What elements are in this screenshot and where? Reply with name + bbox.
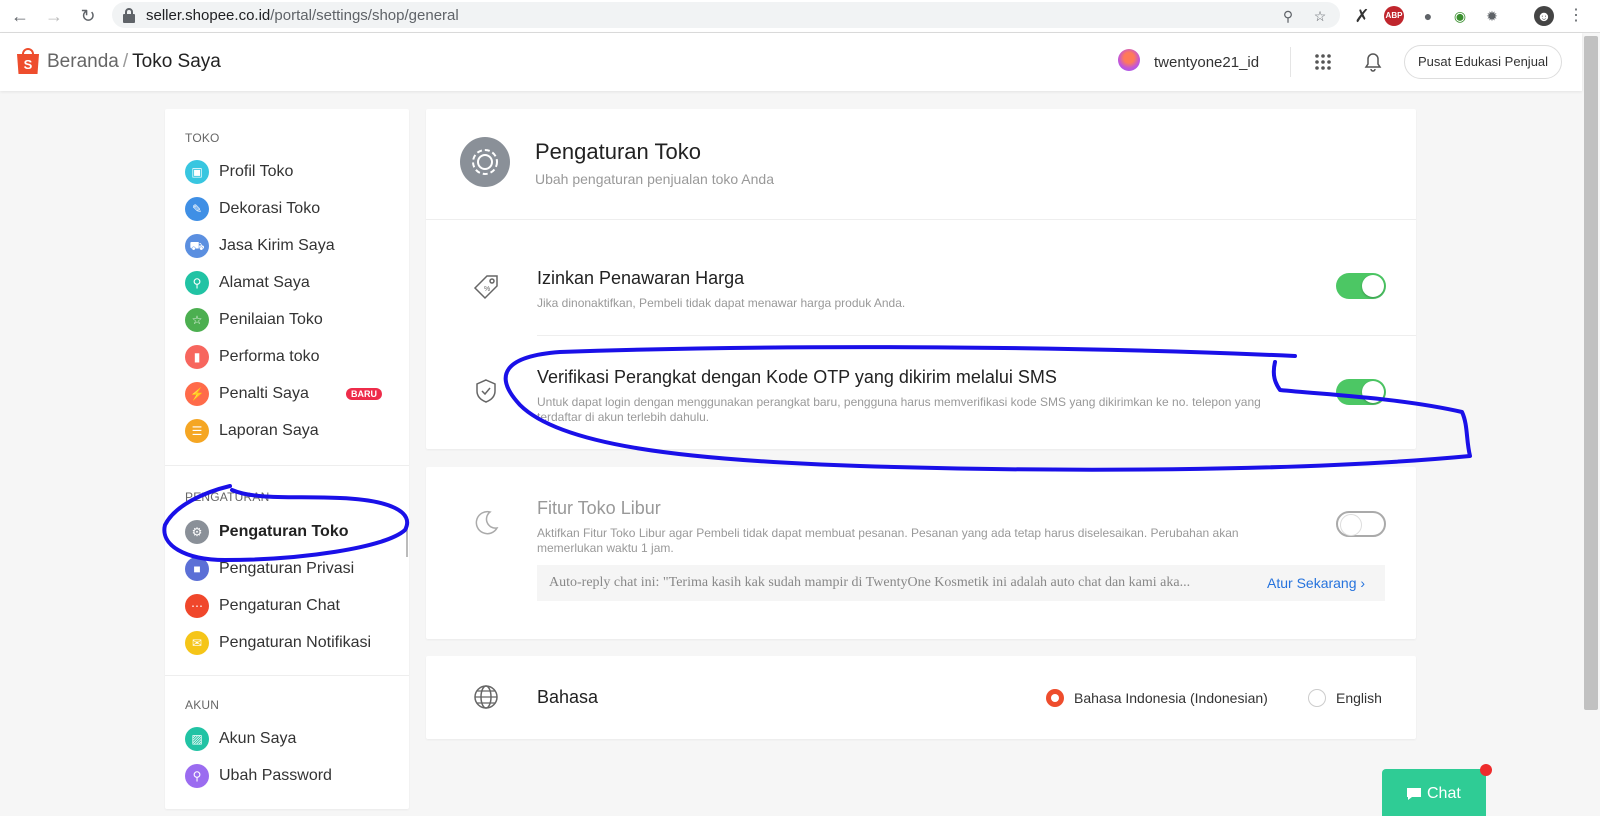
address-bar[interactable]: seller.shopee.co.id/portal/settings/shop…	[112, 2, 1340, 28]
new-badge: BARU	[346, 388, 382, 400]
chat-button[interactable]: Chat	[1382, 764, 1492, 816]
adblock-icon[interactable]: ABP	[1384, 6, 1404, 26]
page-scrollbar[interactable]	[1584, 36, 1598, 710]
set-now-link[interactable]: Atur Sekarang ›	[1267, 575, 1365, 591]
truck-icon: ⛟	[185, 234, 209, 258]
settings-gear-icon	[460, 137, 510, 187]
chevron-right-icon: ›	[1360, 575, 1366, 591]
sidebar-item-pengaturan-notifikasi[interactable]: ✉ Pengaturan Notifikasi	[185, 628, 405, 658]
store-profile-icon: ▣	[185, 160, 209, 184]
row-divider	[537, 335, 1416, 336]
radio-indonesian[interactable]	[1046, 689, 1064, 707]
vacation-toggle[interactable]	[1336, 511, 1386, 537]
shopee-logo-icon[interactable]: S	[15, 45, 41, 75]
page-subtitle: Ubah pengaturan penjualan toko Anda	[535, 171, 774, 187]
sidebar-item-akun-saya[interactable]: ▨ Akun Saya	[185, 724, 405, 754]
key-icon[interactable]: ⚲	[1278, 6, 1298, 26]
penalty-icon: ⚡	[185, 382, 209, 406]
price-tag-icon: %	[473, 275, 498, 300]
setting-title-vacation: Fitur Toko Libur	[537, 498, 661, 518]
card-divider	[426, 219, 1416, 220]
browser-toolbar: ← → ↻ seller.shopee.co.id/portal/setting…	[0, 0, 1600, 33]
breadcrumb: Beranda / Toko Saya	[47, 51, 221, 72]
globe-extension-icon[interactable]: ◉	[1450, 6, 1470, 26]
shield-icon	[476, 379, 496, 403]
seller-education-button[interactable]: Pusat Edukasi Penjual	[1404, 45, 1562, 79]
sidebar-item-laporan[interactable]: ☰ Laporan Saya	[185, 416, 405, 446]
radio-english[interactable]	[1308, 689, 1326, 707]
language-title: Bahasa	[537, 687, 599, 707]
sidebar-section-toko: TOKO	[185, 131, 220, 145]
sidebar-scrollbar[interactable]	[406, 519, 408, 557]
sidebar-item-profil-toko[interactable]: ▣ Profil Toko	[185, 157, 405, 187]
sidebar-item-dekorasi-toko[interactable]: ✎ Dekorasi Toko	[185, 194, 405, 224]
sidebar: TOKO ▣ Profil Toko ✎ Dekorasi Toko ⛟ Jas…	[165, 109, 409, 809]
account-icon: ▨	[185, 727, 209, 751]
sidebar-item-penalti[interactable]: ⚡ Penalti Saya BARU	[185, 379, 405, 409]
sidebar-item-pengaturan-chat[interactable]: ⋯ Pengaturan Chat	[185, 591, 405, 621]
seller-header: S Beranda / Toko Saya twentyone21_id Pusat…	[0, 33, 1582, 91]
bookmark-star-icon[interactable]: ☆	[1310, 6, 1330, 26]
lock-icon	[123, 8, 135, 23]
moon-icon	[475, 510, 499, 535]
globe-icon	[474, 685, 498, 709]
svg-text:%: %	[484, 286, 490, 293]
header-divider	[1290, 47, 1291, 77]
reload-icon[interactable]: ↻	[76, 4, 100, 28]
sidebar-item-alamat[interactable]: ⚲ Alamat Saya	[185, 268, 405, 298]
sidebar-item-ubah-password[interactable]: ⚲ Ubah Password	[185, 761, 405, 791]
auto-reply-text: Auto-reply chat ini: "Terima kasih kak s…	[549, 575, 1191, 590]
sidebar-section-akun: AKUN	[185, 698, 220, 712]
chat-icon: ⋯	[185, 594, 209, 618]
extension-x-icon[interactable]: ✗	[1352, 6, 1372, 26]
setting-title-offer: Izinkan Penawaran Harga	[537, 268, 745, 288]
auto-reply-box: Auto-reply chat ini: "Terima kasih kak s…	[537, 565, 1385, 601]
sidebar-section-pengaturan: PENGATURAN	[185, 490, 270, 504]
breadcrumb-current: Toko Saya	[132, 51, 221, 72]
setting-desc-offer: Jika dinonaktifkan, Pembeli tidak dapat …	[537, 296, 906, 310]
sidebar-item-pengaturan-toko[interactable]: ⚙ Pengaturan Toko	[185, 517, 405, 547]
notification-icon: ✉	[185, 631, 209, 655]
offer-toggle[interactable]	[1336, 273, 1386, 299]
url-text: seller.shopee.co.id/portal/settings/shop…	[146, 7, 459, 24]
user-avatar[interactable]	[1118, 49, 1140, 71]
report-icon: ☰	[185, 419, 209, 443]
setting-desc-vacation: Aktifkan Fitur Toko Libur agar Pembeli t…	[537, 526, 1239, 555]
setting-desc-otp: Untuk dapat login dengan menggunakan per…	[537, 395, 1261, 424]
chart-icon: ▮	[185, 345, 209, 369]
gear-icon: ⚙	[185, 520, 209, 544]
sidebar-item-penilaian[interactable]: ☆ Penilaian Toko	[185, 305, 405, 335]
radio-label-english[interactable]: English	[1336, 690, 1382, 706]
username[interactable]: twentyone21_id	[1154, 54, 1259, 71]
settings-extension-icon[interactable]: ✹	[1482, 6, 1502, 26]
browser-menu-icon[interactable]: ⋮	[1566, 6, 1586, 26]
privacy-icon: ■	[185, 557, 209, 581]
sidebar-divider	[165, 675, 409, 676]
bell-icon[interactable]	[1364, 52, 1382, 72]
vacation-card: Fitur Toko Libur Aktifkan Fitur Toko Lib…	[426, 467, 1416, 639]
brush-icon: ✎	[185, 197, 209, 221]
svg-text:S: S	[24, 57, 33, 72]
shop-settings-card: Pengaturan Toko Ubah pengaturan penjuala…	[426, 109, 1416, 449]
star-icon: ☆	[185, 308, 209, 332]
otp-toggle[interactable]	[1336, 379, 1386, 405]
forward-arrow-icon[interactable]: →	[42, 4, 66, 28]
setting-title-otp: Verifikasi Perangkat dengan Kode OTP yan…	[537, 367, 1057, 387]
apps-grid-icon[interactable]	[1314, 53, 1332, 71]
sidebar-item-jasa-kirim[interactable]: ⛟ Jasa Kirim Saya	[185, 231, 405, 261]
back-arrow-icon[interactable]: ←	[8, 4, 32, 28]
page-title: Pengaturan Toko	[535, 139, 701, 164]
sidebar-item-pengaturan-privasi[interactable]: ■ Pengaturan Privasi	[185, 554, 405, 584]
radio-label-indonesian[interactable]: Bahasa Indonesia (Indonesian)	[1074, 690, 1268, 706]
notification-dot	[1480, 764, 1492, 776]
sidebar-item-performa[interactable]: ▮ Performa toko	[185, 342, 405, 372]
mask-extension-icon[interactable]: ●	[1418, 6, 1438, 26]
breadcrumb-home[interactable]: Beranda	[47, 51, 119, 72]
language-card: Bahasa Bahasa Indonesia (Indonesian) Eng…	[426, 656, 1416, 739]
location-icon: ⚲	[185, 271, 209, 295]
sidebar-divider	[165, 465, 409, 466]
chat-bubble-icon	[1407, 788, 1421, 800]
key-icon: ⚲	[185, 764, 209, 788]
profile-avatar-icon[interactable]: ☻	[1534, 6, 1554, 26]
